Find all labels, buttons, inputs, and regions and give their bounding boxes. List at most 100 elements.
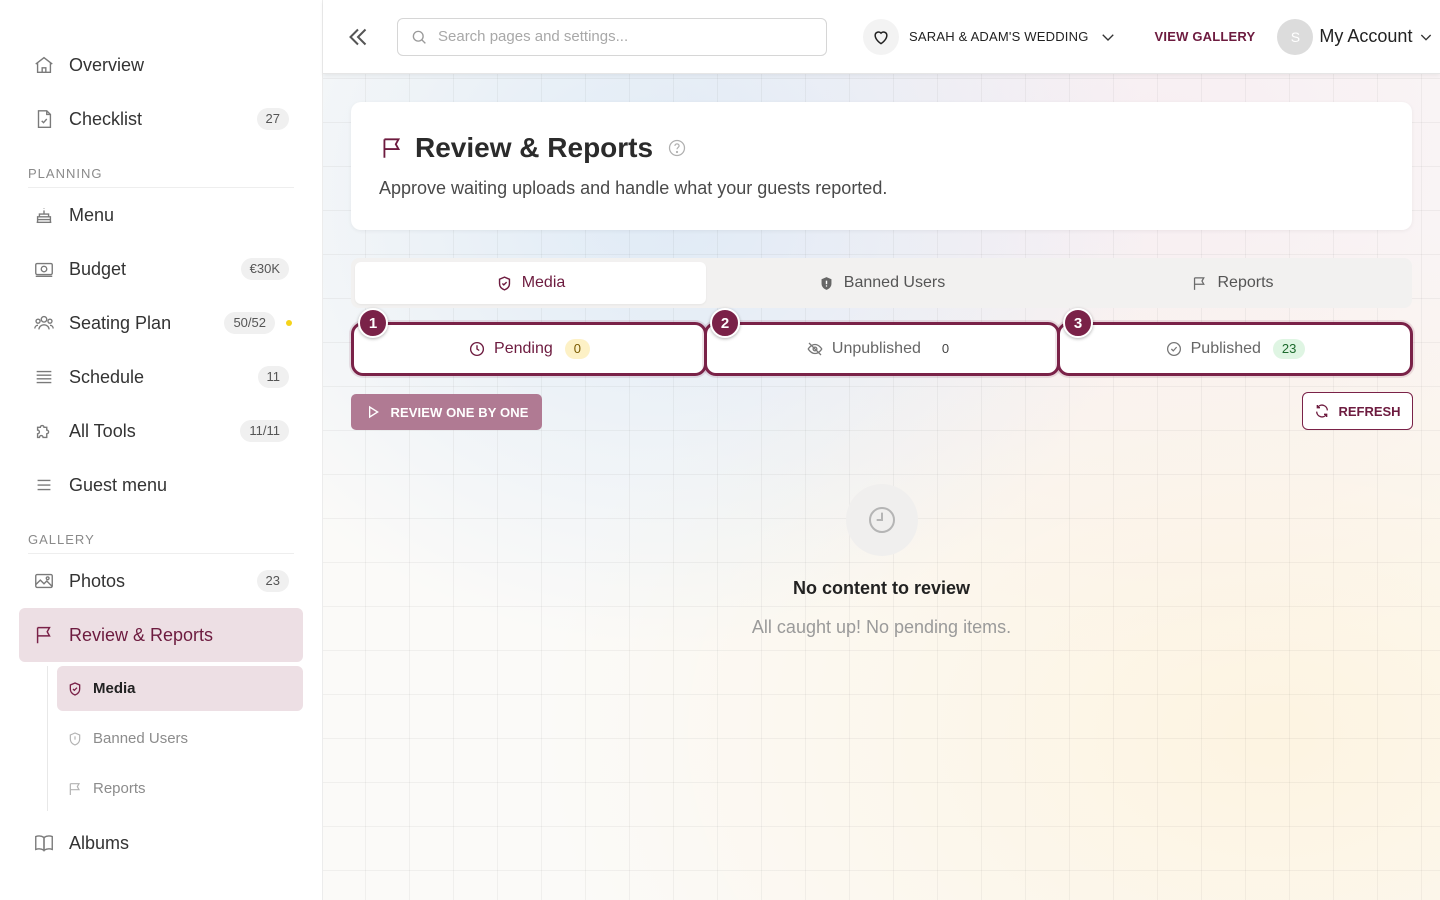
status-label: Pending: [494, 340, 553, 357]
sidebar-item-review-reports[interactable]: Review & Reports: [19, 608, 303, 662]
published-count-badge: 23: [1272, 339, 1306, 359]
people-icon: [33, 312, 55, 334]
search-input[interactable]: [438, 28, 798, 45]
sidebar-item-all-tools[interactable]: All Tools 11/11: [19, 404, 303, 458]
sidebar: Overview Checklist 27 PLANNING Menu Budg…: [0, 0, 323, 900]
tab-label: Banned Users: [843, 274, 946, 291]
sidebar-subitem-label: Reports: [93, 780, 146, 797]
heart-icon: [863, 18, 899, 55]
tab-media[interactable]: Media: [355, 262, 706, 304]
section-label-planning: PLANNING: [28, 166, 294, 188]
review-submenu: Media Banned Users Reports: [47, 666, 322, 811]
tab-label: Reports: [1217, 274, 1274, 291]
sidebar-item-label: Menu: [69, 204, 115, 225]
empty-state: No content to review All caught up! No p…: [351, 484, 1412, 638]
sidebar-item-guest-menu[interactable]: Guest menu: [19, 458, 303, 512]
refresh-button[interactable]: REFRESH: [1302, 392, 1413, 430]
play-icon: [365, 404, 381, 420]
account-menu[interactable]: S My Account: [1277, 18, 1434, 55]
sidebar-item-label: Overview: [69, 54, 145, 75]
step-marker-2: 2: [710, 308, 740, 338]
status-filter-row: Pending 0 Unpublished 0 Published 23 1 2…: [349, 308, 1415, 378]
section-label-gallery: GALLERY: [28, 532, 294, 554]
eye-off-icon: [806, 340, 824, 358]
step-marker-3: 3: [1063, 308, 1093, 338]
status-label: Published: [1190, 340, 1261, 357]
collapse-sidebar-icon[interactable]: [343, 22, 373, 52]
status-published-button[interactable]: Published 23: [1057, 322, 1413, 376]
shield-check-icon: [496, 275, 513, 292]
chevron-down-icon: [1099, 28, 1117, 46]
image-icon: [33, 570, 55, 592]
count-badge: 27: [256, 108, 289, 130]
sidebar-subitem-label: Media: [93, 680, 136, 697]
sidebar-subitem-media[interactable]: Media: [57, 666, 303, 711]
sidebar-item-label: Seating Plan: [69, 312, 172, 333]
status-unpublished-button[interactable]: Unpublished 0: [704, 322, 1060, 376]
menu-lines-icon: [33, 474, 55, 496]
step-marker-1: 1: [358, 308, 388, 338]
sidebar-item-label: All Tools: [69, 420, 136, 441]
review-one-by-one-button[interactable]: REVIEW ONE BY ONE: [351, 394, 542, 430]
book-icon: [33, 832, 55, 854]
wedding-selector[interactable]: SARAH & ADAM'S WEDDING: [863, 18, 1117, 55]
sidebar-item-label: Checklist: [69, 108, 143, 129]
cake-icon: [33, 204, 55, 226]
sidebar-subitem-reports[interactable]: Reports: [57, 766, 303, 811]
checklist-icon: [33, 108, 55, 130]
page-header-card: Review & Reports Approve waiting uploads…: [351, 102, 1412, 230]
unpublished-count-badge: 0: [941, 341, 950, 356]
status-pending-button[interactable]: Pending 0: [351, 322, 707, 376]
sidebar-item-budget[interactable]: Budget €30K: [19, 242, 303, 296]
sidebar-subitem-banned-users[interactable]: Banned Users: [57, 716, 303, 761]
view-gallery-link[interactable]: VIEW GALLERY: [1155, 29, 1256, 44]
tab-banned-users[interactable]: Banned Users: [706, 262, 1057, 304]
count-badge: 50/52: [224, 312, 275, 334]
empty-state-subtitle: All caught up! No pending items.: [751, 617, 1012, 637]
sidebar-item-seating-plan[interactable]: Seating Plan 50/52: [19, 296, 303, 350]
wedding-name: SARAH & ADAM'S WEDDING: [909, 29, 1089, 44]
help-icon[interactable]: [667, 138, 687, 158]
clock-icon: [845, 484, 918, 556]
tab-reports[interactable]: Reports: [1057, 262, 1408, 304]
search-icon: [410, 28, 428, 46]
sidebar-item-label: Budget: [69, 258, 127, 279]
count-badge: 11: [257, 366, 289, 388]
sidebar-item-albums[interactable]: Albums: [19, 816, 303, 870]
shield-icon: [67, 731, 83, 747]
tab-label: Media: [521, 274, 566, 291]
shield-icon: [818, 275, 835, 292]
money-icon: [33, 258, 55, 280]
chevron-down-icon: [1418, 29, 1434, 45]
flag-icon: [379, 135, 405, 161]
account-label: My Account: [1319, 26, 1413, 46]
flag-icon: [1191, 275, 1208, 292]
count-badge: 23: [256, 570, 289, 592]
main-content: Review & Reports Approve waiting uploads…: [323, 74, 1440, 900]
budget-badge: €30K: [240, 258, 289, 280]
review-one-by-one-label: REVIEW ONE BY ONE: [390, 404, 529, 420]
shield-check-icon: [67, 681, 83, 697]
home-icon: [33, 54, 55, 76]
sidebar-item-schedule[interactable]: Schedule 11: [19, 350, 303, 404]
search-box[interactable]: [397, 17, 827, 56]
schedule-icon: [33, 366, 55, 388]
sidebar-item-photos[interactable]: Photos 23: [19, 554, 303, 608]
empty-state-title: No content to review: [792, 578, 971, 598]
sidebar-subitem-label: Banned Users: [93, 730, 189, 747]
check-circle-icon: [1165, 340, 1183, 358]
sidebar-item-label: Schedule: [69, 366, 145, 387]
flag-icon: [33, 624, 55, 646]
page-description: Approve waiting uploads and handle what …: [379, 178, 888, 198]
pending-count-badge: 0: [564, 339, 590, 359]
sidebar-item-overview[interactable]: Overview: [19, 38, 303, 92]
refresh-label: REFRESH: [1338, 403, 1401, 419]
sidebar-item-checklist[interactable]: Checklist 27: [19, 92, 303, 146]
sidebar-item-label: Guest menu: [69, 474, 168, 495]
sidebar-item-label: Albums: [69, 832, 130, 853]
puzzle-icon: [33, 420, 55, 442]
attention-dot: [286, 320, 292, 326]
flag-icon: [67, 781, 83, 797]
sidebar-item-menu[interactable]: Menu: [19, 188, 303, 242]
sidebar-item-label: Review & Reports: [69, 624, 214, 645]
